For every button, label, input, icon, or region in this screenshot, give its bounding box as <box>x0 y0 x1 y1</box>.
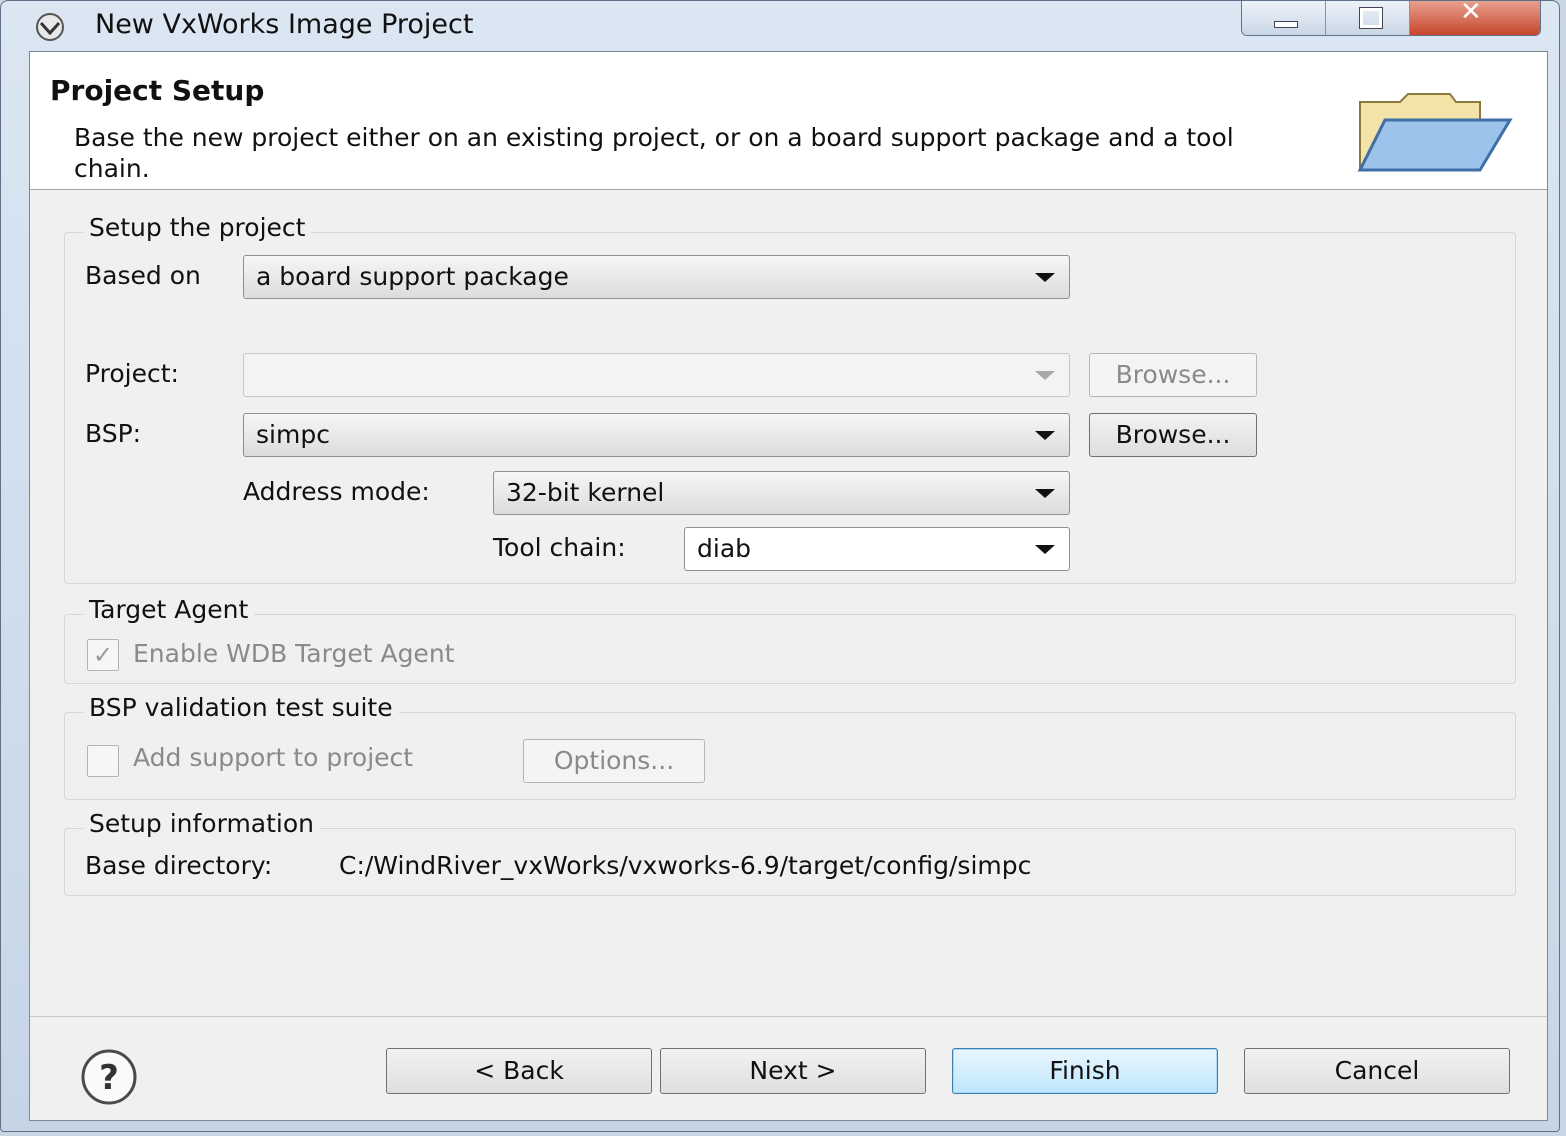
page-description: Base the new project either on an existi… <box>74 123 1234 183</box>
next-button[interactable]: Next > <box>660 1048 926 1094</box>
enable-wdb-checkbox[interactable]: ✓ <box>87 639 119 671</box>
address-mode-value: 32-bit kernel <box>506 478 665 507</box>
chevron-down-icon <box>1035 273 1055 282</box>
bsp-validation-group: BSP validation test suite Add support to… <box>64 693 1516 800</box>
setup-project-group: Setup the project Based on a board suppo… <box>64 213 1516 584</box>
setup-info-legend: Setup information <box>83 809 320 838</box>
bsp-combo[interactable]: simpc <box>243 413 1070 457</box>
wizard-header: Project Setup Base the new project eithe… <box>30 52 1547 190</box>
enable-wdb-label: Enable WDB Target Agent <box>133 639 455 668</box>
dialog-window: New VxWorks Image Project Project Setup … <box>0 0 1560 1132</box>
footer-divider <box>30 1016 1547 1017</box>
add-support-checkbox[interactable] <box>87 745 119 777</box>
minimize-button[interactable] <box>1242 1 1326 35</box>
app-icon <box>36 13 64 41</box>
back-button[interactable]: < Back <box>386 1048 652 1094</box>
based-on-value: a board support package <box>256 262 569 291</box>
svg-text:?: ? <box>99 1058 119 1098</box>
folder-icon <box>1357 93 1513 172</box>
tool-chain-label: Tool chain: <box>493 533 626 562</box>
help-icon[interactable]: ? <box>80 1048 138 1106</box>
chevron-down-icon <box>1035 489 1055 498</box>
project-label: Project: <box>85 359 179 388</box>
cancel-button[interactable]: Cancel <box>1244 1048 1510 1094</box>
base-directory-value: C:/WindRiver_vxWorks/vxworks-6.9/target/… <box>339 851 1032 880</box>
bsp-label: BSP: <box>85 419 142 448</box>
window-title: New VxWorks Image Project <box>95 9 474 40</box>
based-on-combo[interactable]: a board support package <box>243 255 1070 299</box>
setup-project-legend: Setup the project <box>83 213 312 242</box>
address-mode-label: Address mode: <box>243 477 430 506</box>
chevron-down-icon <box>1035 371 1055 380</box>
base-directory-label: Base directory: <box>85 851 273 880</box>
chevron-down-icon <box>1035 431 1055 440</box>
project-browse-button[interactable]: Browse... <box>1089 353 1257 397</box>
options-button[interactable]: Options... <box>523 739 705 783</box>
page-title: Project Setup <box>50 74 265 107</box>
target-agent-group: Target Agent ✓ Enable WDB Target Agent <box>64 595 1516 684</box>
add-support-label: Add support to project <box>133 743 414 772</box>
address-mode-combo[interactable]: 32-bit kernel <box>493 471 1070 515</box>
bsp-browse-button[interactable]: Browse... <box>1089 413 1257 457</box>
close-button[interactable] <box>1410 1 1540 35</box>
based-on-label: Based on <box>85 261 201 290</box>
project-combo[interactable] <box>243 353 1070 397</box>
tool-chain-combo[interactable]: diab <box>684 527 1070 571</box>
title-bar[interactable]: New VxWorks Image Project <box>1 1 1559 51</box>
maximize-button[interactable] <box>1326 1 1410 35</box>
tool-chain-value: diab <box>697 534 752 563</box>
chevron-down-icon <box>1035 545 1055 554</box>
setup-info-group: Setup information Base directory: C:/Win… <box>64 809 1516 896</box>
window-controls <box>1241 1 1541 36</box>
target-agent-legend: Target Agent <box>83 595 255 624</box>
dialog-content: Project Setup Base the new project eithe… <box>29 51 1548 1121</box>
bsp-value: simpc <box>256 420 330 449</box>
bsp-validation-legend: BSP validation test suite <box>83 693 399 722</box>
finish-button[interactable]: Finish <box>952 1048 1218 1094</box>
